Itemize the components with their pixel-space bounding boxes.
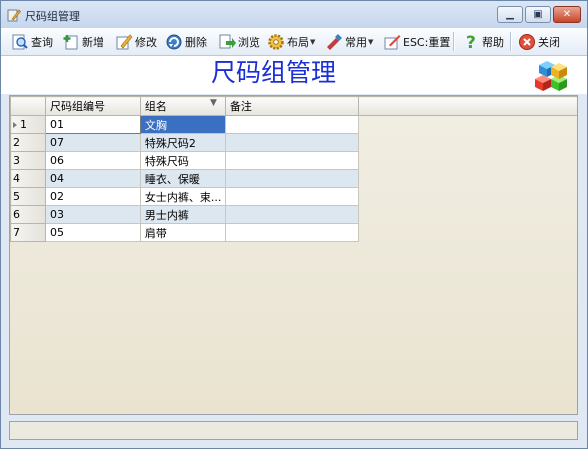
cell-name[interactable]: 文胸: [139, 115, 226, 134]
table-row[interactable]: 5 02 女士内裤、束...: [10, 187, 578, 206]
edit-icon: [116, 34, 133, 49]
header-row: 尺码组编号 组名 ▼ 备注: [10, 96, 577, 116]
cell-code[interactable]: 05: [44, 223, 141, 242]
cell-name[interactable]: 特殊尺码: [139, 151, 226, 170]
window-close-button[interactable]: ✕: [553, 6, 581, 23]
common-dropdown-icon: ▼: [368, 37, 374, 46]
add-label: 新增: [82, 35, 104, 49]
current-row-icon: [13, 122, 17, 128]
help-label: 帮助: [482, 35, 504, 49]
cell-name[interactable]: 肩带: [139, 223, 226, 242]
cell-note[interactable]: [224, 223, 359, 242]
browse-icon: [219, 34, 236, 48]
row-header[interactable]: 7: [10, 223, 46, 242]
edit-button[interactable]: 修改: [115, 31, 157, 52]
delete-label: 删除: [185, 35, 207, 49]
browse-button[interactable]: 浏览: [218, 31, 260, 52]
layout-label: 布局: [287, 35, 309, 49]
common-button[interactable]: 常用 ▼: [325, 31, 373, 52]
edit-label: 修改: [135, 35, 157, 49]
cell-name[interactable]: 睡衣、保暖: [139, 169, 226, 188]
table-row[interactable]: 2 07 特殊尺码2: [10, 133, 578, 152]
window-close-icon: ✕: [562, 9, 572, 20]
maximize-icon: ▣: [533, 9, 543, 20]
table-row[interactable]: 4 04 睡衣、保暖: [10, 169, 578, 188]
minimize-icon: ▁: [506, 9, 514, 20]
toolbar-separator: [453, 32, 455, 51]
delete-icon: [166, 34, 182, 49]
cell-code[interactable]: 03: [44, 205, 141, 224]
reset-icon: [384, 34, 401, 49]
main-window: 尺码组管理 ▁ ▣ ✕ 查询 新增 修改 删除 浏览 布局 ▼ 常用 ▼ ESC…: [0, 0, 588, 449]
cell-note[interactable]: [224, 205, 359, 224]
close-label: 关闭: [538, 35, 560, 49]
query-button[interactable]: 查询: [11, 31, 53, 52]
cell-note[interactable]: [224, 115, 359, 134]
close-icon: [519, 33, 535, 50]
column-header-code[interactable]: 尺码组编号: [44, 96, 141, 116]
help-button[interactable]: ? 帮助: [462, 31, 504, 52]
table-row[interactable]: 3 06 特殊尺码: [10, 151, 578, 170]
maximize-button[interactable]: ▣: [525, 6, 551, 23]
common-icon: [327, 33, 342, 50]
row-number: 1: [20, 118, 27, 131]
column-header-note[interactable]: 备注: [224, 96, 359, 116]
cell-name[interactable]: 男士内裤: [139, 205, 226, 224]
add-button[interactable]: 新增: [62, 31, 104, 52]
delete-button[interactable]: 删除: [165, 31, 207, 52]
data-grid[interactable]: 尺码组编号 组名 ▼ 备注 1 01 文胸 2 07 特殊尺码2 3 06 特殊…: [9, 95, 578, 415]
column-header-name-label: 组名: [144, 100, 167, 113]
layout-gear-icon: [268, 33, 284, 50]
row-header[interactable]: 3: [10, 151, 46, 170]
common-label: 常用: [345, 35, 367, 49]
row-header[interactable]: 1: [10, 115, 46, 134]
layout-dropdown-icon: ▼: [310, 37, 316, 46]
table-row[interactable]: 1 01 文胸: [10, 115, 578, 134]
table-row[interactable]: 7 05 肩带: [10, 223, 578, 242]
svg-text:?: ?: [466, 33, 476, 51]
query-label: 查询: [31, 35, 53, 49]
browse-label: 浏览: [238, 35, 260, 49]
cell-note[interactable]: [224, 151, 359, 170]
cubes-icon: [535, 61, 567, 91]
cell-code[interactable]: 02: [44, 187, 141, 206]
toolbar: 查询 新增 修改 删除 浏览 布局 ▼ 常用 ▼ ESC:重置 ? 帮助 关闭: [1, 28, 587, 56]
layout-button[interactable]: 布局 ▼: [267, 31, 315, 52]
row-header[interactable]: 6: [10, 205, 46, 224]
corner-header: [10, 96, 46, 116]
page-title: 尺码组管理: [210, 58, 336, 87]
cell-note[interactable]: [224, 133, 359, 152]
row-header[interactable]: 5: [10, 187, 46, 206]
toolbar-separator: [510, 32, 512, 51]
header-filler: [357, 96, 577, 116]
cell-code[interactable]: 07: [44, 133, 141, 152]
row-header[interactable]: 4: [10, 169, 46, 188]
help-icon: ?: [466, 33, 476, 51]
row-header[interactable]: 2: [10, 133, 46, 152]
close-button[interactable]: 关闭: [518, 31, 560, 52]
cell-note[interactable]: [224, 169, 359, 188]
window-title: 尺码组管理: [25, 10, 80, 23]
reset-label: ESC:重置: [403, 35, 451, 49]
table-row[interactable]: 6 03 男士内裤: [10, 205, 578, 224]
cell-code[interactable]: 06: [44, 151, 141, 170]
column-header-name[interactable]: 组名 ▼: [139, 96, 226, 116]
cell-name[interactable]: 特殊尺码2: [139, 133, 226, 152]
query-icon: [12, 34, 28, 49]
add-icon: [63, 34, 78, 49]
page-header: 尺码组管理: [1, 56, 587, 94]
cell-code[interactable]: 04: [44, 169, 141, 188]
minimize-button[interactable]: ▁: [497, 6, 523, 23]
reset-button[interactable]: ESC:重置: [383, 31, 450, 52]
title-bar[interactable]: 尺码组管理 ▁ ▣ ✕: [1, 1, 587, 29]
size-group-table: 尺码组编号 组名 ▼ 备注 1 01 文胸 2 07 特殊尺码2 3 06 特殊…: [10, 96, 577, 242]
cell-code[interactable]: 01: [44, 115, 141, 134]
status-bar: [9, 421, 578, 440]
cell-note[interactable]: [224, 187, 359, 206]
sort-icon: ▼: [209, 98, 217, 108]
cell-name[interactable]: 女士内裤、束...: [139, 187, 226, 206]
pencil-icon: [7, 9, 21, 22]
